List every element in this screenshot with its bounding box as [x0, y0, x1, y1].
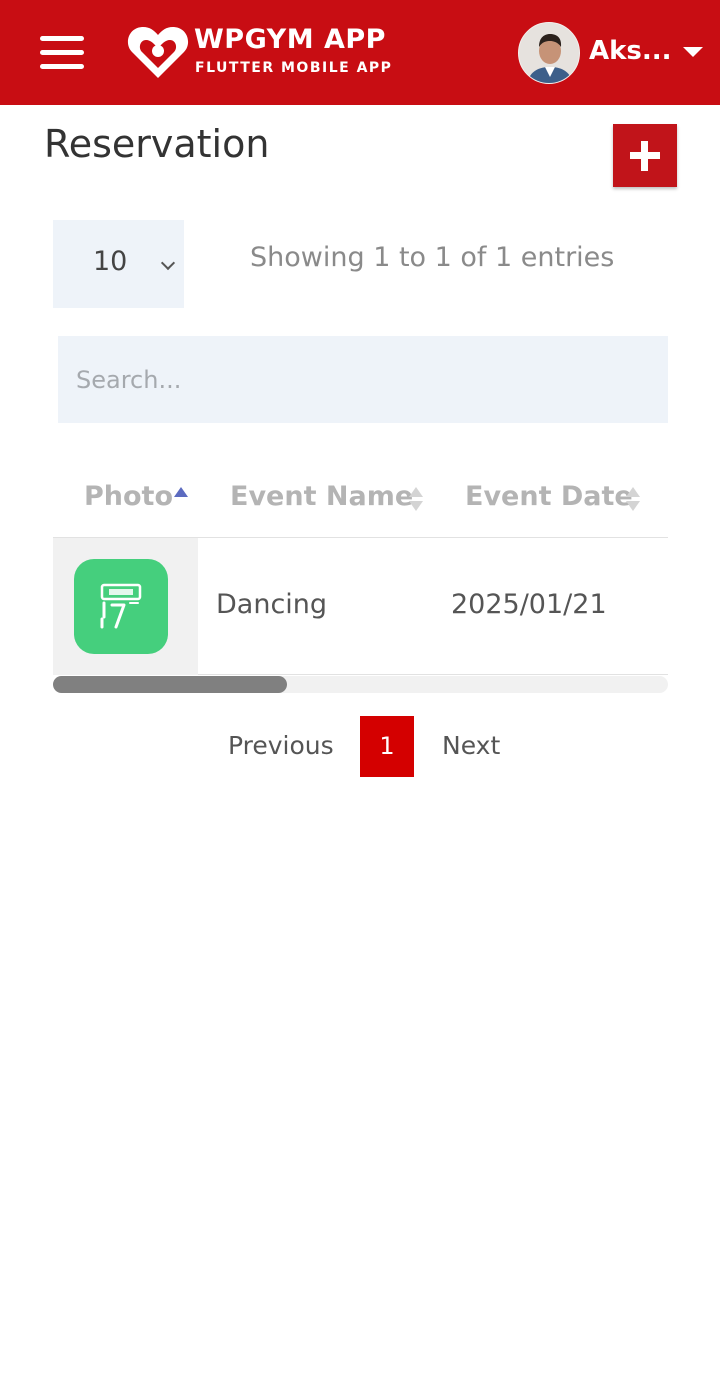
user-name[interactable]: Aks... — [589, 36, 672, 66]
user-photo — [519, 23, 579, 83]
app-logo: WPGYM APP FLUTTER MOBILE APP — [126, 20, 396, 84]
app-header: WPGYM APP FLUTTER MOBILE APP Aks... — [0, 0, 720, 105]
logo-heart-icon — [127, 26, 189, 78]
brand-subtitle: FLUTTER MOBILE APP — [195, 60, 393, 76]
entries-value: 10 — [93, 246, 128, 277]
avatar[interactable] — [518, 22, 580, 84]
horizontal-scrollbar[interactable] — [53, 676, 668, 693]
column-header-event-date[interactable]: Event Date — [465, 481, 633, 512]
sort-icon[interactable] — [409, 487, 423, 513]
menu-icon[interactable] — [38, 34, 86, 70]
search-input[interactable] — [58, 336, 668, 423]
caret-down-icon[interactable] — [683, 47, 703, 57]
event-name-cell: Dancing — [216, 589, 328, 620]
event-book-icon[interactable] — [74, 559, 168, 654]
previous-page-button[interactable]: Previous — [228, 731, 334, 760]
brand-title: WPGYM APP — [194, 24, 386, 55]
page-1-button[interactable]: 1 — [360, 716, 414, 777]
sort-ascending-icon[interactable] — [174, 487, 188, 497]
add-reservation-button[interactable] — [613, 124, 677, 187]
scrollbar-thumb[interactable] — [53, 676, 287, 693]
page-title: Reservation — [44, 122, 270, 166]
next-page-button[interactable]: Next — [442, 731, 500, 760]
event-date-cell: 2025/01/21 — [451, 589, 607, 620]
sort-icon[interactable] — [626, 487, 640, 513]
table-row[interactable]: Dancing 2025/01/21 — [53, 538, 668, 675]
chevron-down-icon — [160, 255, 176, 271]
column-header-event-name[interactable]: Event Name — [230, 481, 413, 512]
showing-entries-text: Showing 1 to 1 of 1 entries — [250, 242, 615, 273]
entries-per-page-select[interactable]: 10 — [53, 220, 184, 308]
reservation-table: Photo Event Name Event Date Dancing 2025… — [53, 455, 668, 695]
column-header-photo[interactable]: Photo — [84, 481, 173, 512]
photo-cell — [53, 538, 198, 675]
